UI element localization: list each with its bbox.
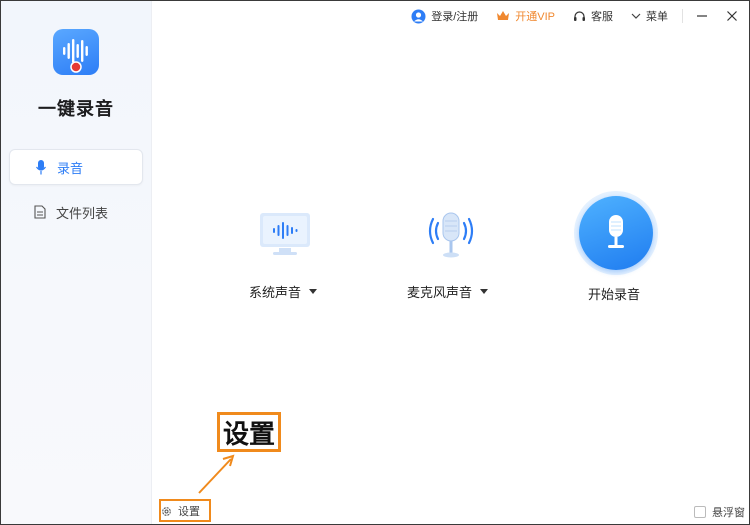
sidebar-item-label: 文件列表 xyxy=(56,205,109,221)
app-name: 一键录音 xyxy=(38,99,114,119)
settings-highlight-box xyxy=(159,499,211,522)
float-window-checkbox[interactable] xyxy=(694,506,706,518)
sidebar-item-label: 录音 xyxy=(57,160,84,176)
microphone-icon xyxy=(34,159,48,175)
monitor-sound-icon xyxy=(260,213,310,255)
microphone-audio-option[interactable] xyxy=(425,209,477,266)
microphone-waves-icon xyxy=(428,212,474,258)
close-icon xyxy=(727,11,737,21)
chevron-down-icon xyxy=(631,13,641,20)
user-avatar-icon xyxy=(411,9,426,24)
toolbar-divider xyxy=(682,9,683,23)
float-window-toggle[interactable]: 悬浮窗 xyxy=(694,504,745,520)
menu-button[interactable]: 菜单 xyxy=(631,8,668,24)
sidebar-item-record[interactable]: 录音 xyxy=(9,149,143,185)
sidebar: 一键录音 录音 文件列表 xyxy=(1,1,152,524)
app-logo xyxy=(53,29,99,75)
caret-down-icon xyxy=(480,289,489,294)
start-recording-circle xyxy=(579,196,653,270)
sidebar-item-file-list[interactable]: 文件列表 xyxy=(9,194,143,230)
top-bar: 登录/注册 开通VIP 客服 菜单 xyxy=(152,1,749,31)
vip-button[interactable]: 开通VIP xyxy=(496,8,555,24)
system-audio-dropdown[interactable]: 系统声音 xyxy=(249,282,318,301)
close-button[interactable] xyxy=(721,5,743,27)
document-icon xyxy=(33,204,47,220)
annotation-arrow-icon xyxy=(198,454,235,494)
system-audio-option[interactable] xyxy=(259,211,311,262)
app-window: 一键录音 录音 文件列表 登录/注册 开通VIP 客服 菜单 系统声音 麦克风声… xyxy=(0,0,750,525)
login-button[interactable]: 登录/注册 xyxy=(411,8,478,24)
bottom-bar xyxy=(152,495,749,524)
microphone-icon xyxy=(608,215,624,248)
crown-icon xyxy=(496,10,510,22)
minimize-icon xyxy=(697,15,707,17)
start-recording-label: 开始录音 xyxy=(588,287,641,302)
minimize-button[interactable] xyxy=(691,5,713,27)
caret-down-icon xyxy=(309,289,318,294)
customer-service-button[interactable]: 客服 xyxy=(573,8,613,24)
start-recording-button[interactable] xyxy=(574,191,658,275)
headset-icon xyxy=(573,10,586,23)
annotation-callout: 设置 xyxy=(217,412,281,452)
microphone-audio-dropdown[interactable]: 麦克风声音 xyxy=(407,282,489,301)
